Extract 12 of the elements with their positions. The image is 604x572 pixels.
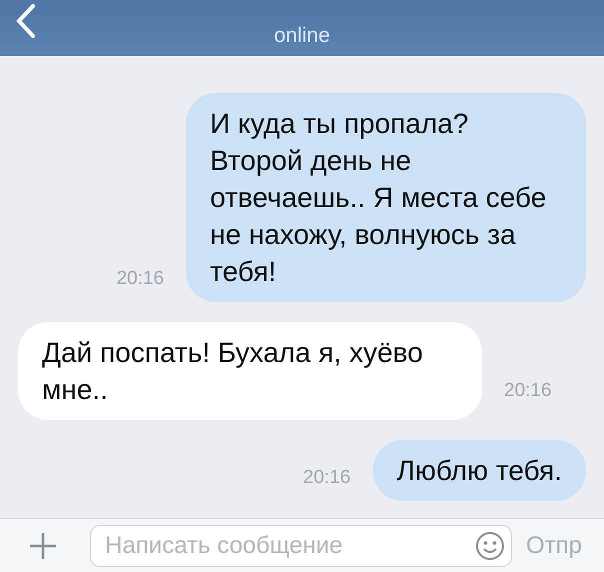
online-status: online	[274, 24, 330, 48]
message-time: 20:16	[116, 268, 164, 290]
message-input[interactable]: Написать сообщение	[90, 524, 512, 566]
smiley-icon[interactable]	[475, 530, 505, 560]
message-time: 20:16	[504, 380, 552, 402]
back-icon[interactable]	[16, 4, 36, 38]
message-time: 20:16	[303, 467, 351, 489]
message-bubble: Дай поспать! Бухала я, хуёво мне..	[18, 322, 482, 420]
message-bubble: Люблю тебя.	[372, 440, 586, 501]
message-bubble: И куда ты пропала? Второй день не отвечаешь.. Я места себе не нахожу, волнуюсь за тебя!	[186, 93, 586, 302]
plus-icon[interactable]	[28, 530, 58, 560]
send-button[interactable]: Отпр	[526, 532, 604, 560]
